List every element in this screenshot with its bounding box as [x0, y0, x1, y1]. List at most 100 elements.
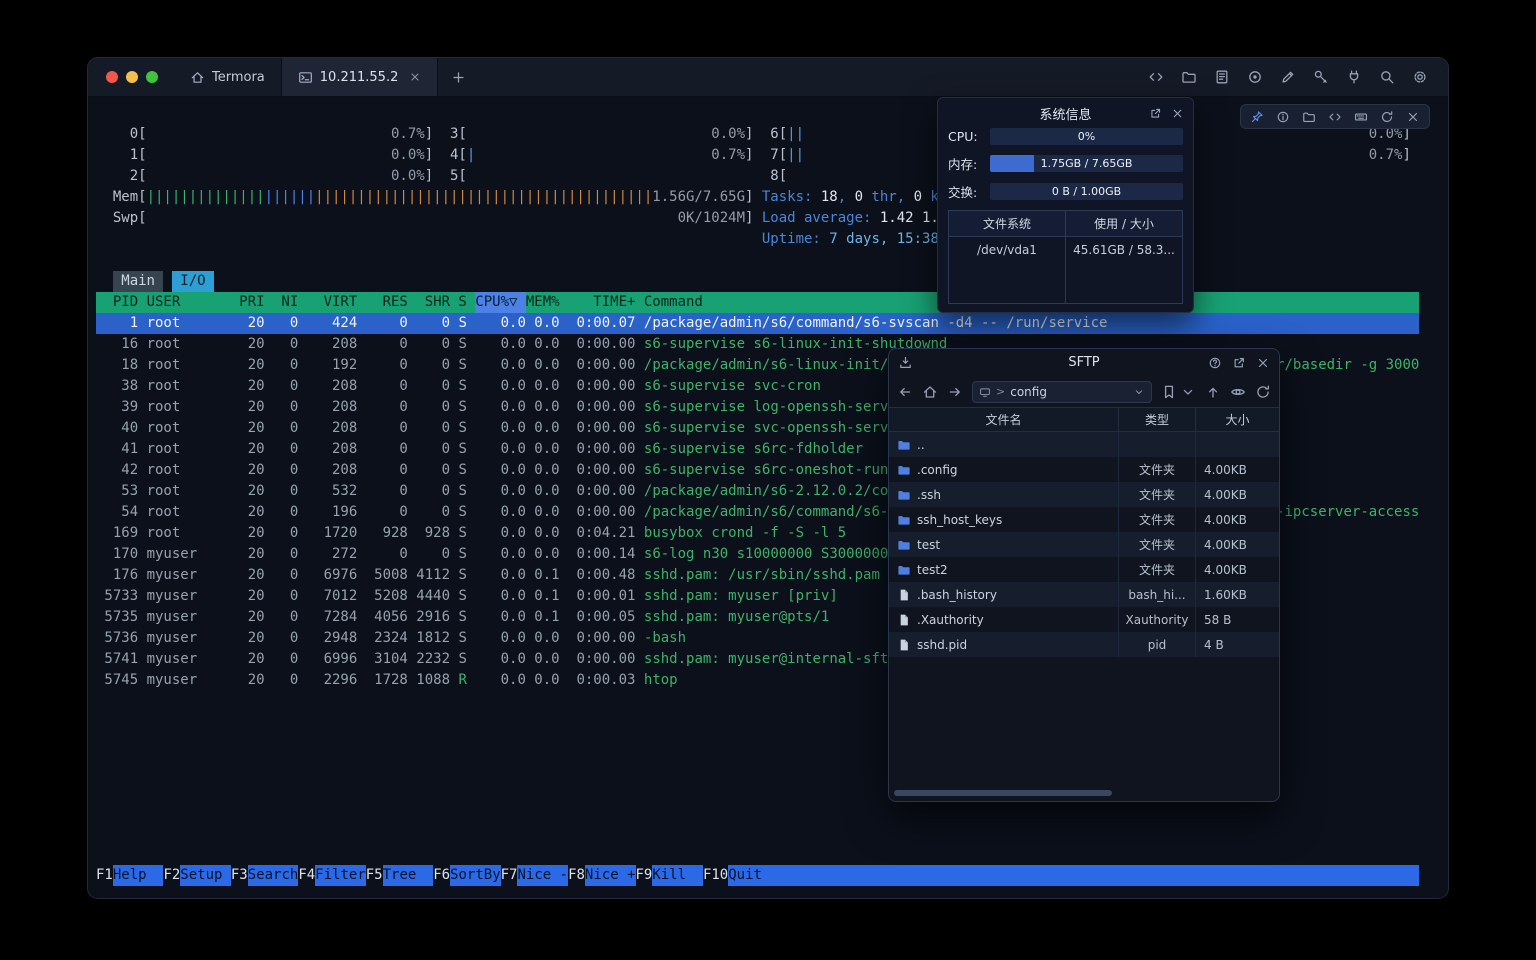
terminal-text: Main	[113, 271, 164, 292]
fkey-label-setup[interactable]: Setup	[180, 865, 231, 886]
refresh-icon[interactable]	[1255, 384, 1271, 400]
back-icon[interactable]	[897, 384, 913, 400]
fkey-label-help[interactable]: Help	[113, 865, 164, 886]
chevron-down-icon[interactable]	[1180, 384, 1196, 400]
terminal-text: ]	[425, 145, 433, 166]
fkey-f7[interactable]: F7	[501, 865, 518, 886]
terminal-text: ]	[1402, 145, 1410, 166]
minimize-window-button[interactable]	[126, 71, 138, 83]
parent-directory-icon[interactable]	[1205, 384, 1221, 400]
journal-icon[interactable]	[1214, 69, 1230, 85]
keyboard-icon[interactable]	[1354, 110, 1368, 124]
new-tab-button[interactable]	[438, 58, 479, 96]
file-type: 文件夹	[1119, 457, 1196, 482]
horizontal-scrollbar[interactable]	[894, 790, 1112, 796]
process-command: s6-supervise svc-cron	[644, 378, 821, 394]
fkey-f2[interactable]: F2	[163, 865, 180, 886]
metric-value: 1.75GB / 7.65GB	[990, 155, 1183, 172]
plug-icon[interactable]	[1346, 69, 1362, 85]
code-icon[interactable]	[1328, 110, 1342, 124]
terminal-text: 0.0%	[391, 166, 425, 187]
file-row[interactable]: .XauthorityXauthority58 B	[889, 607, 1279, 632]
fkey-label-nice-[interactable]: Nice +	[585, 865, 636, 886]
terminal-icon	[298, 70, 313, 85]
sftp-window: SFTP > config 文件名	[888, 348, 1280, 802]
refresh-icon[interactable]	[1380, 110, 1394, 124]
terminal-text: ||||||	[265, 187, 316, 208]
open-in-window-icon[interactable]	[1149, 107, 1162, 120]
close-icon[interactable]	[1406, 110, 1420, 124]
open-in-window-icon[interactable]	[1232, 356, 1246, 370]
file-list: ...config文件夹4.00KB.ssh文件夹4.00KBssh_host_…	[889, 432, 1279, 657]
forward-icon[interactable]	[947, 384, 963, 400]
file-icon	[897, 588, 911, 602]
fkey-label-search[interactable]: Search	[248, 865, 299, 886]
terminal-text: ||	[787, 145, 804, 166]
close-icon[interactable]	[1256, 356, 1270, 370]
file-row[interactable]: test文件夹4.00KB	[889, 532, 1279, 557]
column-size[interactable]: 大小	[1196, 408, 1279, 431]
terminal-text: 0.0%	[391, 145, 425, 166]
settings-icon[interactable]	[1412, 69, 1428, 85]
edit-icon[interactable]	[1280, 69, 1296, 85]
fkey-label-kill[interactable]: Kill	[652, 865, 703, 886]
close-icon[interactable]	[1171, 107, 1184, 120]
process-row[interactable]: 1 root 20 0 424 0 0 S 0.0 0.0 0:00.07 /p…	[96, 313, 1419, 334]
fkey-label-tree[interactable]: Tree	[383, 865, 434, 886]
help-icon[interactable]	[1208, 356, 1222, 370]
download-icon[interactable]	[898, 355, 913, 370]
file-size: 4.00KB	[1196, 457, 1279, 482]
file-row[interactable]: test2文件夹4.00KB	[889, 557, 1279, 582]
file-size: 4.00KB	[1196, 482, 1279, 507]
bookmark-icon[interactable]	[1161, 384, 1177, 400]
column-filename[interactable]: 文件名	[889, 408, 1119, 431]
tab-host-10-211-55-2[interactable]: 10.211.55.2	[281, 58, 439, 96]
path-bar[interactable]: > config	[972, 381, 1152, 403]
metric-value: 0 B / 1.00GB	[990, 183, 1183, 200]
fkey-f5[interactable]: F5	[366, 865, 383, 886]
close-window-button[interactable]	[106, 71, 118, 83]
terminal-text: Swp[	[113, 208, 147, 229]
record-icon[interactable]	[1247, 69, 1263, 85]
sftp-title: SFTP	[1068, 355, 1099, 370]
file-row[interactable]: .config文件夹4.00KB	[889, 457, 1279, 482]
fkey-label-quit[interactable]: Quit	[728, 865, 779, 886]
zoom-window-button[interactable]	[146, 71, 158, 83]
fkey-label-filter[interactable]: Filter	[315, 865, 366, 886]
search-icon[interactable]	[1379, 69, 1395, 85]
fkey-f9[interactable]: F9	[636, 865, 653, 886]
fkey-f8[interactable]: F8	[568, 865, 585, 886]
fkey-bar-filler	[779, 865, 1419, 886]
show-hidden-icon[interactable]	[1230, 384, 1246, 400]
metric-label: CPU:	[948, 129, 990, 144]
fkey-f6[interactable]: F6	[433, 865, 450, 886]
home-icon[interactable]	[922, 384, 938, 400]
file-row[interactable]: .ssh文件夹4.00KB	[889, 482, 1279, 507]
column-type[interactable]: 类型	[1119, 408, 1196, 431]
fkey-f3[interactable]: F3	[231, 865, 248, 886]
tab-termora[interactable]: Termora	[174, 58, 281, 96]
fkey-label-nice-[interactable]: Nice -	[517, 865, 568, 886]
fkey-f10[interactable]: F10	[703, 865, 728, 886]
path-segment[interactable]: config	[1010, 385, 1047, 399]
fkey-f1[interactable]: F1	[96, 865, 113, 886]
chevron-down-icon[interactable]	[1133, 386, 1145, 398]
fkey-label-sortby[interactable]: SortBy	[450, 865, 501, 886]
process-command: sshd.pam: myuser@internal-sftp	[644, 651, 897, 667]
terminal-text: 0.7%	[1369, 145, 1403, 166]
terminal-text: 1[	[130, 145, 147, 166]
folder-icon[interactable]	[1302, 110, 1316, 124]
file-row[interactable]: ssh_host_keys文件夹4.00KB	[889, 507, 1279, 532]
process-command: sshd.pam: myuser [priv]	[644, 588, 838, 604]
file-row[interactable]: sshd.pidpid4 B	[889, 632, 1279, 657]
terminal-text: Tasks:	[762, 187, 821, 208]
pin-icon[interactable]	[1250, 110, 1264, 124]
key-icon[interactable]	[1313, 69, 1329, 85]
code-icon[interactable]	[1148, 69, 1164, 85]
file-row[interactable]: ..	[889, 432, 1279, 457]
tab-close-icon[interactable]	[409, 71, 421, 83]
folder-icon[interactable]	[1181, 69, 1197, 85]
file-row[interactable]: .bash_historybash_hi...1.60KB	[889, 582, 1279, 607]
fkey-f4[interactable]: F4	[298, 865, 315, 886]
info-icon[interactable]	[1276, 110, 1290, 124]
